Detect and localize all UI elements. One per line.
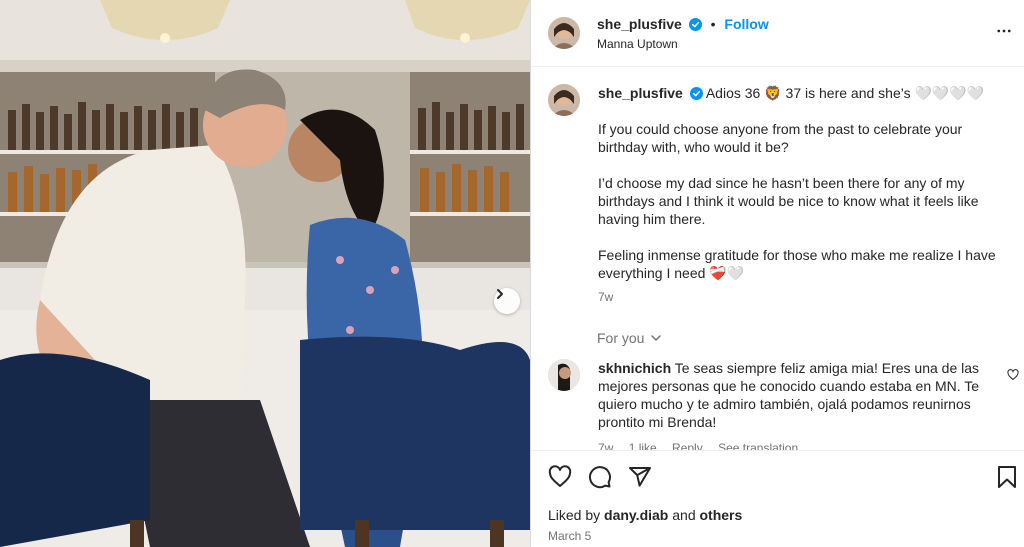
heart-icon: [548, 465, 572, 487]
liked-by: Liked by dany.diab and others: [548, 507, 742, 523]
author-username[interactable]: she_plusfive: [597, 16, 682, 32]
see-translation-button[interactable]: See translation: [718, 441, 798, 450]
liked-by-others[interactable]: others: [700, 507, 743, 523]
save-button[interactable]: [996, 465, 1018, 492]
caption: she_plusfive Adios 36 🦁 37 is here and s…: [598, 84, 1008, 306]
liked-by-prefix: Liked by: [548, 507, 601, 523]
chevron-right-icon: [497, 289, 503, 299]
avatar-image: [548, 359, 580, 391]
heart-icon: [1007, 369, 1019, 381]
liked-by-and: and: [672, 507, 696, 523]
comment-icon: [589, 466, 611, 489]
comment-age[interactable]: 7w: [598, 441, 613, 450]
comments-section[interactable]: she_plusfive Adios 36 🦁 37 is here and s…: [531, 68, 1024, 450]
like-button[interactable]: [548, 465, 572, 492]
action-bar: Liked by dany.diab and others March 5: [531, 450, 1024, 547]
caption-first-line: she_plusfive Adios 36 🦁 37 is here and s…: [598, 84, 1008, 102]
post-header: she_plusfive • Follow Manna Uptown: [531, 0, 1024, 67]
share-icon: [629, 467, 651, 487]
more-icon: [997, 29, 1011, 33]
share-button[interactable]: [628, 465, 652, 492]
follow-button[interactable]: Follow: [724, 16, 768, 32]
more-options-button[interactable]: [995, 22, 1013, 43]
avatar-image: [548, 84, 580, 116]
comment-button[interactable]: [588, 465, 612, 492]
caption-headline: Adios 36 🦁 37 is here and she’s 🤍🤍🤍🤍: [705, 85, 985, 101]
caption-username[interactable]: she_plusfive: [598, 85, 683, 101]
for-you-label: For you: [597, 330, 645, 346]
avatar-image: [548, 17, 580, 49]
post-date[interactable]: March 5: [548, 529, 591, 543]
liked-by-user[interactable]: dany.diab: [604, 507, 668, 523]
bookmark-icon: [998, 466, 1016, 488]
comment-likes[interactable]: 1 like: [629, 441, 657, 450]
caption-paragraph-3: Feeling inmense gratitude for those who …: [598, 247, 996, 281]
commenter-avatar[interactable]: [548, 359, 580, 391]
comment-meta: 7w 1 like Reply See translation: [598, 441, 810, 450]
chevron-down-icon: [651, 335, 662, 341]
verified-icon: [689, 87, 703, 100]
comment-like-button[interactable]: [1007, 368, 1019, 384]
post-photo[interactable]: [0, 0, 530, 547]
caption-paragraph-2: I’d choose my dad since he hasn’t been t…: [598, 175, 979, 227]
author-avatar[interactable]: [548, 17, 580, 49]
post-panel: she_plusfive • Follow Manna Uptown she_p…: [530, 0, 1024, 547]
separator-dot: •: [710, 16, 716, 32]
comment-username[interactable]: skhnichich: [598, 360, 671, 376]
caption-age[interactable]: 7w: [598, 288, 1008, 306]
caption-avatar[interactable]: [548, 84, 580, 116]
photo-illustration: [0, 0, 530, 547]
post-location[interactable]: Manna Uptown: [597, 37, 678, 51]
for-you-toggle[interactable]: For you: [597, 330, 662, 346]
header-user-row: she_plusfive • Follow: [597, 16, 769, 32]
next-image-button[interactable]: [494, 288, 520, 314]
verified-icon: [688, 18, 702, 31]
reply-button[interactable]: Reply: [672, 441, 703, 450]
caption-paragraph-1: If you could choose anyone from the past…: [598, 121, 963, 155]
comment-item: skhnichich Te seas siempre feliz amiga m…: [598, 359, 998, 431]
